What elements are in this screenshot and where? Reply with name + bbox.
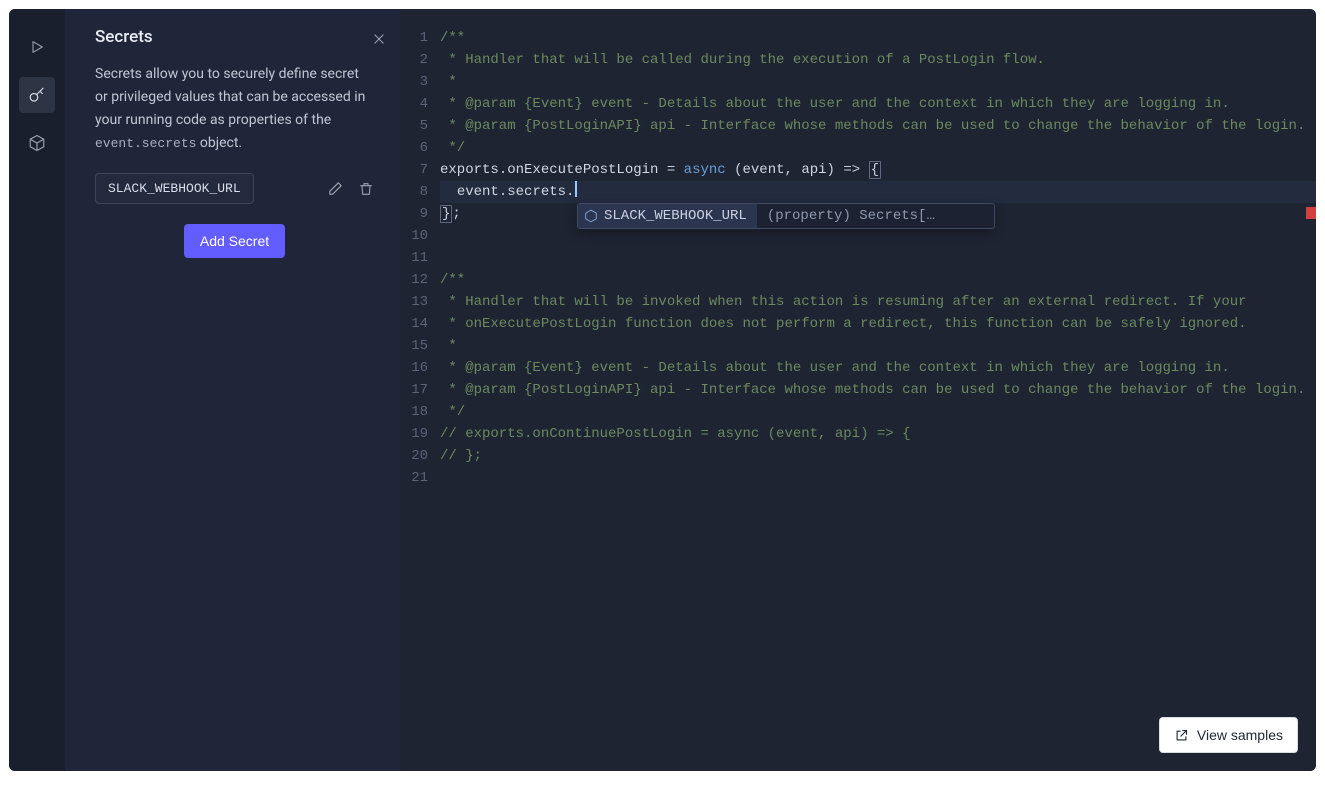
panel-description: Secrets allow you to securely define sec… <box>95 63 374 155</box>
desc-text-1: Secrets allow you to securely define sec… <box>95 66 365 128</box>
delete-secret-button[interactable] <box>358 181 374 197</box>
autocomplete-popup[interactable]: SLACK_WEBHOOK_URL (property) Secrets[… <box>577 203 995 229</box>
autocomplete-item-label: SLACK_WEBHOOK_URL <box>604 205 747 227</box>
code-line[interactable]: exports.onExecutePostLogin = async (even… <box>440 159 1316 181</box>
secret-chip[interactable]: SLACK_WEBHOOK_URL <box>95 173 254 204</box>
panel-title: Secrets <box>95 27 374 47</box>
code-line[interactable]: * Handler that will be called during the… <box>440 49 1316 71</box>
code-line[interactable]: /** <box>440 27 1316 49</box>
left-toolbar <box>9 9 65 771</box>
code-line[interactable]: * @param {PostLoginAPI} api - Interface … <box>440 379 1316 401</box>
code-line[interactable]: * @param {Event} event - Details about t… <box>440 93 1316 115</box>
view-samples-button[interactable]: View samples <box>1159 717 1298 753</box>
code-line[interactable]: * onExecutePostLogin function does not p… <box>440 313 1316 335</box>
code-line[interactable]: // }; <box>440 445 1316 467</box>
code-line[interactable]: /** <box>440 269 1316 291</box>
secrets-panel: Secrets Secrets allow you to securely de… <box>65 9 400 771</box>
code-line[interactable]: * Handler that will be invoked when this… <box>440 291 1316 313</box>
add-secret-button[interactable]: Add Secret <box>184 224 285 258</box>
desc-text-2: object. <box>196 135 242 151</box>
code-line[interactable]: */ <box>440 137 1316 159</box>
autocomplete-item[interactable]: SLACK_WEBHOOK_URL <box>578 204 757 228</box>
code-line[interactable]: * <box>440 335 1316 357</box>
code-line[interactable]: * @param {Event} event - Details about t… <box>440 357 1316 379</box>
code-line[interactable] <box>440 467 1316 489</box>
code-line[interactable]: * <box>440 71 1316 93</box>
code-line[interactable]: event.secrets. <box>440 181 1316 203</box>
app-root: Secrets Secrets allow you to securely de… <box>9 9 1316 771</box>
external-link-icon <box>1174 728 1189 743</box>
desc-code: event.secrets <box>95 136 196 151</box>
run-button[interactable] <box>19 29 55 65</box>
code-editor[interactable]: 123456789101112131415161718192021 SLACK_… <box>400 9 1316 771</box>
line-gutter: 123456789101112131415161718192021 <box>400 27 440 771</box>
code-line[interactable]: // exports.onContinuePostLogin = async (… <box>440 423 1316 445</box>
secrets-nav-button[interactable] <box>19 77 55 113</box>
autocomplete-meta: (property) Secrets[… <box>757 205 945 227</box>
code-line[interactable] <box>440 247 1316 269</box>
code-lines[interactable]: SLACK_WEBHOOK_URL (property) Secrets[… /… <box>440 27 1316 771</box>
secret-row: SLACK_WEBHOOK_URL <box>95 173 374 204</box>
close-panel-button[interactable] <box>372 31 386 50</box>
edit-secret-button[interactable] <box>327 180 344 197</box>
code-line[interactable]: */ <box>440 401 1316 423</box>
modules-nav-button[interactable] <box>19 125 55 161</box>
view-samples-label: View samples <box>1197 727 1283 743</box>
code-line[interactable]: * @param {PostLoginAPI} api - Interface … <box>440 115 1316 137</box>
